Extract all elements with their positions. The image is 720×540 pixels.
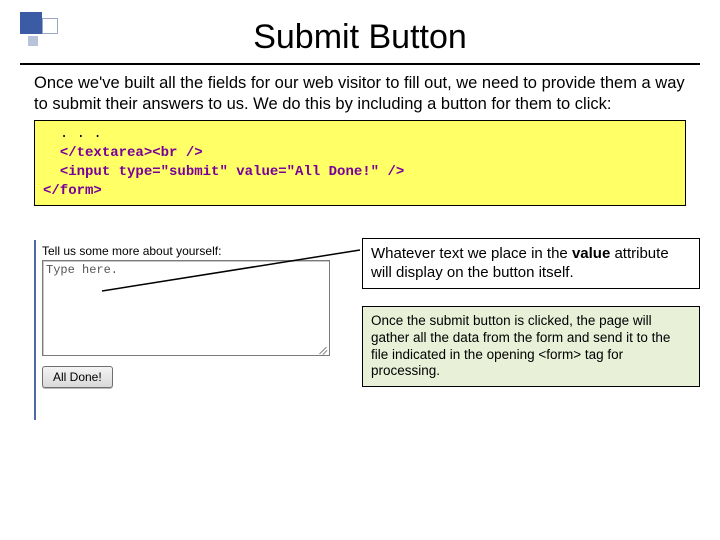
code-line: </form> xyxy=(43,183,102,199)
slide-title: Submit Button xyxy=(0,0,720,57)
preview-submit-button[interactable]: All Done! xyxy=(42,366,113,388)
slide-corner-decoration xyxy=(20,12,60,52)
code-example-box: . . . </textarea><br /> <input type="sub… xyxy=(34,120,686,206)
preview-textarea[interactable]: Type here. xyxy=(42,260,330,356)
title-rule xyxy=(20,63,700,65)
intro-paragraph: Once we've built all the fields for our … xyxy=(34,73,686,114)
preview-label: Tell us some more about yourself: xyxy=(36,240,346,260)
preview-textarea-placeholder: Type here. xyxy=(46,263,118,277)
resize-handle-icon xyxy=(318,344,328,354)
code-line: </textarea><br /> xyxy=(43,145,203,161)
code-line: <input type="submit" value="All Done!" /… xyxy=(43,164,404,180)
value-attribute-note: Whatever text we place in the value attr… xyxy=(362,238,700,290)
code-line: . . . xyxy=(43,126,102,142)
rendered-preview: Tell us some more about yourself: Type h… xyxy=(34,240,346,420)
submit-behavior-note: Once the submit button is clicked, the p… xyxy=(362,306,700,388)
